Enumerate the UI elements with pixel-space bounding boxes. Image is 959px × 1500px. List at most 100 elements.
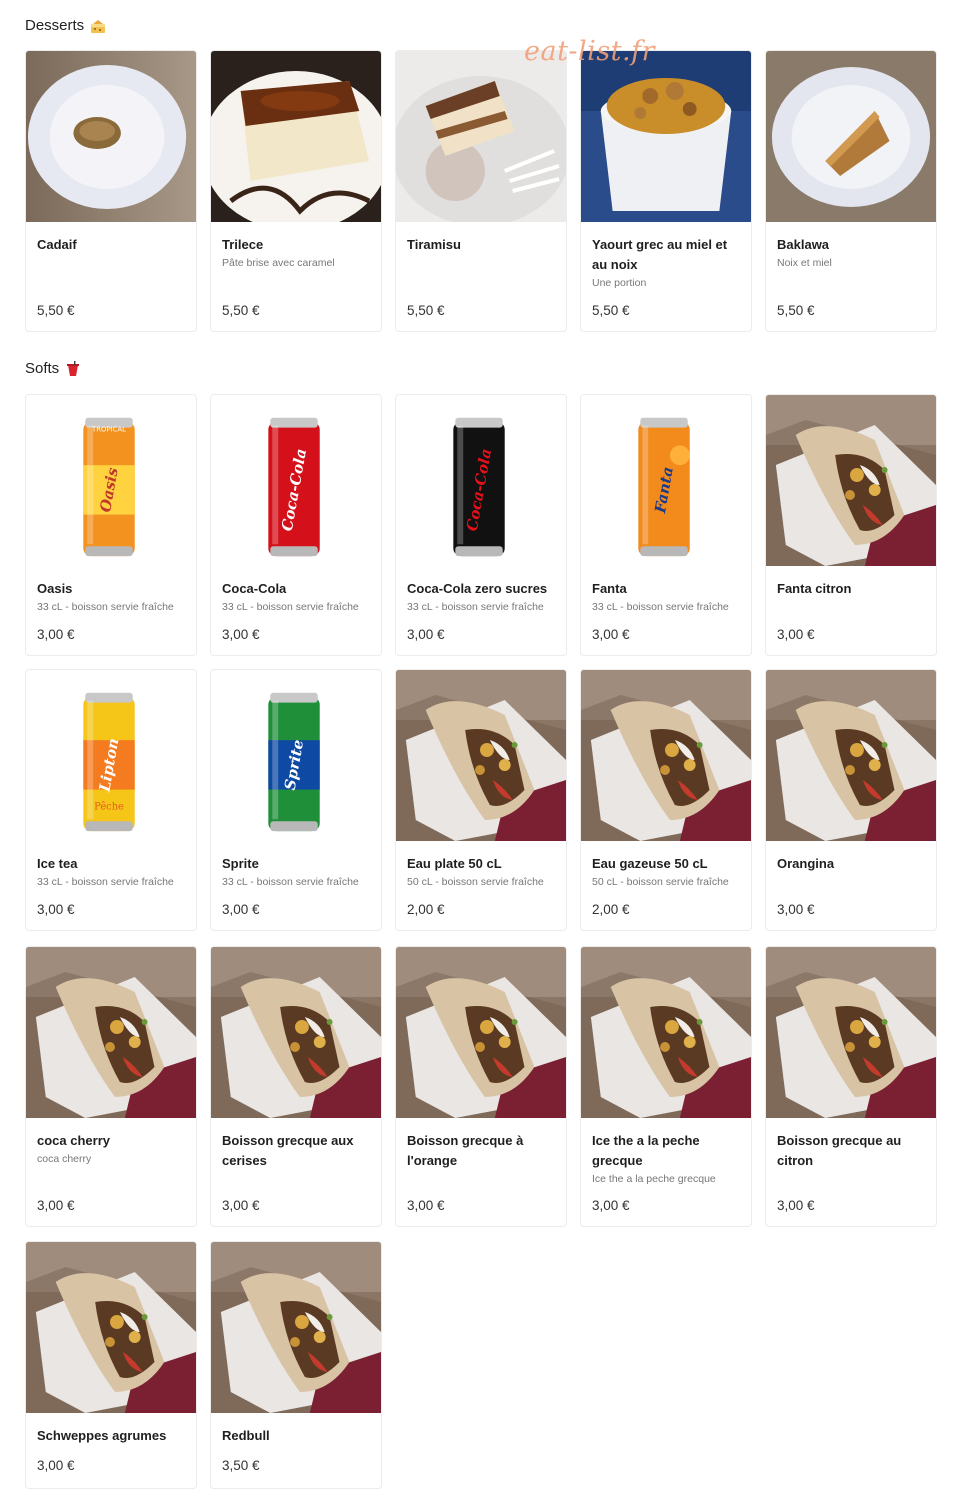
cake-icon <box>90 18 106 34</box>
item-price: 3,00 € <box>777 902 815 917</box>
item-price: 3,00 € <box>37 1198 75 1213</box>
menu-item-card[interactable]: Fanta Fanta 33 cL - boisson servie fraîch… <box>580 394 752 656</box>
item-price: 3,00 € <box>407 1198 445 1213</box>
baklava-plate-image <box>766 51 936 222</box>
item-name: Tiramisu <box>407 237 461 252</box>
item-price: 5,50 € <box>592 303 630 318</box>
menu-item-card[interactable]: Eau plate 50 cL 50 cL - boisson servie fr… <box>395 669 567 931</box>
item-name: Trilece <box>222 237 264 252</box>
item-name: Coca-Cola <box>222 581 287 596</box>
item-price: 5,50 € <box>777 303 815 318</box>
menu-item-card[interactable]: Schweppes agrumes 3,00 € <box>25 1241 197 1489</box>
menu-item-card[interactable]: Boisson grecque à l'orange 3,00 € <box>395 946 567 1227</box>
watermark: eat-list.fr <box>524 36 656 67</box>
menu-item-card[interactable]: Boisson grecque au citron 3,00 € <box>765 946 937 1227</box>
item-name: Eau gazeuse 50 cL <box>592 856 708 871</box>
item-name: Orangina <box>777 856 835 871</box>
gyros-placeholder-image <box>211 1242 381 1413</box>
menu-item-card[interactable]: Baklawa Noix et miel 5,50 € <box>765 50 937 332</box>
gyros-placeholder-image <box>766 670 936 841</box>
item-price: 3,00 € <box>592 627 630 642</box>
item-price: 3,00 € <box>222 1198 260 1213</box>
item-name: Oasis <box>37 581 73 596</box>
fanta-can-image: Fanta <box>581 395 751 566</box>
svg-text:TROPICAL: TROPICAL <box>91 426 126 434</box>
menu-item-card[interactable]: Cadaif 5,50 € <box>25 50 197 332</box>
item-price: 3,00 € <box>222 627 260 642</box>
menu-item-card[interactable]: Lipton Pêche Ice tea 33 cL - boisson serv… <box>25 669 197 931</box>
item-description: 50 cL - boisson servie fraîche <box>592 876 729 888</box>
item-price: 3,00 € <box>222 902 260 917</box>
gyros-placeholder-image <box>766 947 936 1118</box>
section-title-desserts: Desserts <box>25 17 106 34</box>
section-title-softs: Softs <box>25 360 81 377</box>
item-price: 3,00 € <box>777 1198 815 1213</box>
item-description: 33 cL - boisson servie fraîche <box>592 601 729 613</box>
menu-item-card[interactable]: Oasis TROPICAL Oasis 33 cL - boisson serv… <box>25 394 197 656</box>
menu-item-card[interactable]: coca cherry coca cherry 3,00 € <box>25 946 197 1227</box>
item-description: Ice the a la peche grecque <box>592 1173 716 1185</box>
item-price: 3,00 € <box>407 627 445 642</box>
item-description: Noix et miel <box>777 257 832 269</box>
item-name: Boisson grecque aux cerises <box>222 1133 354 1168</box>
item-price: 3,00 € <box>37 627 75 642</box>
gyros-placeholder-image <box>766 395 936 566</box>
menu-item-card[interactable]: Coca-Cola Coca-Cola 33 cL - boisson servi… <box>210 394 382 656</box>
item-name: Boisson grecque à l'orange <box>407 1133 524 1168</box>
gyros-placeholder-image <box>26 1242 196 1413</box>
item-description: 33 cL - boisson servie fraîche <box>222 876 359 888</box>
item-name: Fanta citron <box>777 581 852 596</box>
gyros-placeholder-image <box>26 947 196 1118</box>
item-description: Pâte brise avec caramel <box>222 257 335 269</box>
item-name: Sprite <box>222 856 259 871</box>
menu-item-card[interactable]: Fanta citron 3,00 € <box>765 394 937 656</box>
item-name: Boisson grecque au citron <box>777 1133 902 1168</box>
drink-cup-icon <box>65 360 81 377</box>
item-price: 2,00 € <box>407 902 445 917</box>
gyros-placeholder-image <box>396 670 566 841</box>
menu-item-card[interactable]: Eau gazeuse 50 cL 50 cL - boisson servie … <box>580 669 752 931</box>
greek-yogurt-honey-image <box>581 51 751 222</box>
menu-item-card[interactable]: Trilece Pâte brise avec caramel 5,50 € <box>210 50 382 332</box>
menu-item-card[interactable]: Redbull 3,50 € <box>210 1241 382 1489</box>
item-price: 3,00 € <box>37 1458 75 1473</box>
item-price: 3,00 € <box>37 902 75 917</box>
gyros-placeholder-image <box>581 670 751 841</box>
item-price: 5,50 € <box>407 303 445 318</box>
section-title-label: Softs <box>25 360 60 377</box>
section-title-label: Desserts <box>25 17 85 34</box>
item-description: Une portion <box>592 277 647 289</box>
menu-item-card[interactable]: Sprite Sprite 33 cL - boisson servie fraî… <box>210 669 382 931</box>
coca-zero-can-image: Coca-Cola <box>396 395 566 566</box>
item-name: Ice the a la peche grecque <box>592 1133 700 1168</box>
menu-item-card[interactable]: Yaourt grec au miel et au noix Une portio… <box>580 50 752 332</box>
item-name: Baklawa <box>777 237 830 252</box>
item-description: 33 cL - boisson servie fraîche <box>37 601 174 613</box>
item-name: Cadaif <box>37 237 77 252</box>
item-price: 2,00 € <box>592 902 630 917</box>
item-description: 33 cL - boisson servie fraîche <box>37 876 174 888</box>
item-price: 3,50 € <box>222 1458 260 1473</box>
tiramisu-slice-image <box>396 51 566 222</box>
item-name: Ice tea <box>37 856 78 871</box>
item-price: 5,50 € <box>37 303 75 318</box>
lipton-can-image: Lipton Pêche <box>26 670 196 841</box>
item-name: coca cherry <box>37 1133 110 1148</box>
svg-text:Pêche: Pêche <box>94 801 124 812</box>
coca-cola-can-image: Coca-Cola <box>211 395 381 566</box>
menu-item-card[interactable]: Boisson grecque aux cerises 3,00 € <box>210 946 382 1227</box>
item-name: Fanta <box>592 581 627 596</box>
menu-item-card[interactable]: Orangina 3,00 € <box>765 669 937 931</box>
menu-item-card[interactable]: Ice the a la peche grecque Ice the a la p… <box>580 946 752 1227</box>
sprite-can-image: Sprite <box>211 670 381 841</box>
menu-item-card[interactable]: Tiramisu 5,50 € <box>395 50 567 332</box>
item-name: Coca-Cola zero sucres <box>407 581 548 596</box>
kadaif-plate-image <box>26 51 196 222</box>
oasis-can-image: Oasis TROPICAL <box>26 395 196 566</box>
menu-item-card[interactable]: Coca-Cola Coca-Cola zero sucres 33 cL - b… <box>395 394 567 656</box>
item-name: Schweppes agrumes <box>37 1428 167 1443</box>
item-price: 3,00 € <box>592 1198 630 1213</box>
item-description: 50 cL - boisson servie fraîche <box>407 876 544 888</box>
item-name: Eau plate 50 cL <box>407 856 502 871</box>
gyros-placeholder-image <box>581 947 751 1118</box>
